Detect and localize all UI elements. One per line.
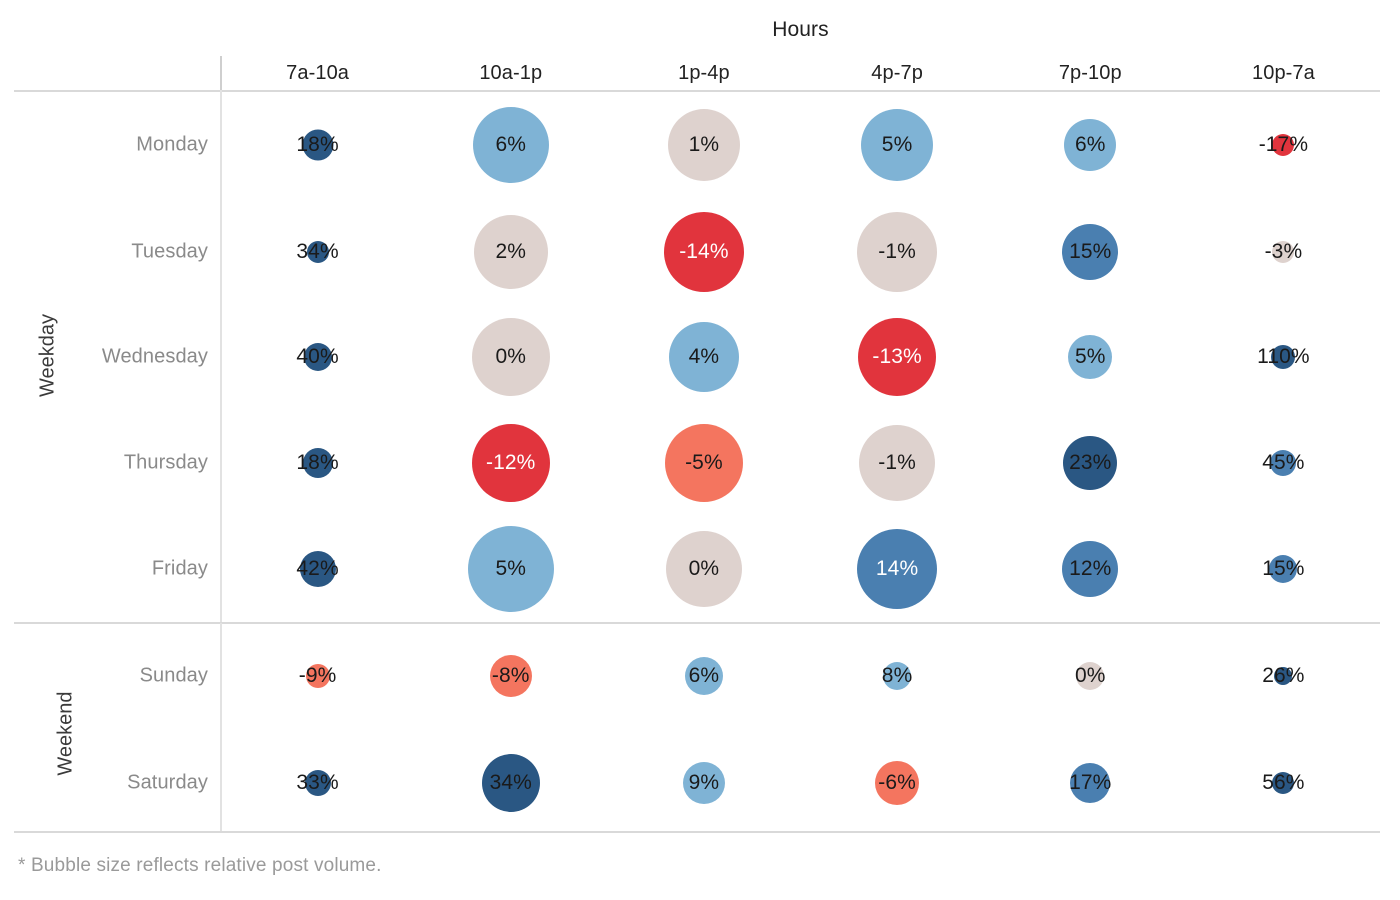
- column-header-4p-7p: 4p-7p: [871, 62, 923, 84]
- bubble-tuesday-7p-10p[interactable]: [1062, 224, 1119, 280]
- bubble-tuesday-10p-7a[interactable]: [1272, 241, 1295, 263]
- bubble-wednesday-10p-7a[interactable]: [1271, 345, 1296, 369]
- column-header-row: 7a-10a 10a-1p 1p-4p 4p-7p 7p-10p 10p-7a: [221, 56, 1380, 90]
- bubble-sunday-7p-10p[interactable]: [1076, 662, 1105, 690]
- bubble-monday-7a-10a[interactable]: [302, 129, 334, 161]
- bubble-sunday-10a-1p[interactable]: [489, 655, 532, 697]
- x-axis-title: Hours: [772, 18, 829, 41]
- column-header-10a-1p: 10a-1p: [479, 62, 543, 84]
- header-vertical-rule: [220, 56, 222, 90]
- row-label-tuesday: Tuesday: [131, 240, 208, 263]
- column-header-7a-10a: 7a-10a: [286, 62, 350, 84]
- bubble-saturday-7p-10p[interactable]: [1070, 763, 1111, 803]
- bubble-thursday-1p-4p[interactable]: [664, 424, 743, 502]
- bubble-monday-1p-4p[interactable]: [667, 109, 740, 181]
- bubble-sunday-10p-7a[interactable]: [1274, 667, 1293, 685]
- bubble-tuesday-10a-1p[interactable]: [473, 215, 548, 289]
- bottom-rule: [14, 831, 1380, 833]
- bubble-saturday-1p-4p[interactable]: [682, 762, 725, 804]
- bubble-thursday-10p-7a[interactable]: [1270, 450, 1297, 476]
- bubble-monday-10a-1p[interactable]: [472, 107, 549, 183]
- row-label-friday: Friday: [151, 557, 208, 580]
- weekday-vertical-rule: [220, 90, 222, 622]
- row-label-sunday: Sunday: [139, 664, 208, 687]
- bubble-sunday-4p-7p[interactable]: [883, 662, 912, 690]
- bubble-monday-4p-7p[interactable]: [861, 109, 934, 181]
- bubble-friday-1p-4p[interactable]: [665, 531, 742, 607]
- bubble-thursday-10a-1p[interactable]: [471, 424, 550, 502]
- bubble-matrix-chart: Hours 7a-10a 10a-1p 1p-4p 4p-7p 7p-10p 10p-7a…: [0, 0, 1400, 900]
- column-header-10p-7a: 10p-7a: [1252, 62, 1315, 84]
- row-label-saturday: Saturday: [127, 771, 208, 794]
- bubble-tuesday-7a-10a[interactable]: [306, 241, 329, 263]
- bubble-sunday-7a-10a[interactable]: [305, 664, 330, 688]
- bubble-friday-7a-10a[interactable]: [299, 551, 336, 587]
- bubble-wednesday-1p-4p[interactable]: [668, 322, 739, 392]
- header-divider-rule: [14, 90, 1380, 92]
- bubble-saturday-4p-7p[interactable]: [875, 761, 920, 805]
- weekday-weekend-rule: [14, 622, 1380, 624]
- bubble-tuesday-4p-7p[interactable]: [857, 212, 938, 292]
- row-label-monday: Monday: [136, 133, 208, 156]
- bubble-sunday-1p-4p[interactable]: [684, 657, 723, 695]
- bubble-saturday-7a-10a[interactable]: [304, 770, 331, 796]
- column-header-1p-4p: 1p-4p: [678, 62, 730, 84]
- footnote: * Bubble size reflects relative post vol…: [18, 855, 382, 876]
- column-header-7p-10p: 7p-10p: [1058, 62, 1122, 84]
- bubble-friday-7p-10p[interactable]: [1062, 541, 1119, 597]
- row-label-wednesday: Wednesday: [101, 345, 208, 368]
- bubble-friday-4p-7p[interactable]: [857, 529, 938, 609]
- bubble-thursday-4p-7p[interactable]: [859, 425, 936, 501]
- bubble-friday-10p-7a[interactable]: [1269, 555, 1298, 583]
- bubble-monday-10p-7a[interactable]: [1272, 134, 1295, 156]
- bubble-thursday-7a-10a[interactable]: [302, 448, 333, 478]
- bubble-thursday-7p-10p[interactable]: [1063, 436, 1118, 490]
- bubble-saturday-10p-7a[interactable]: [1272, 772, 1295, 794]
- bubble-wednesday-7p-10p[interactable]: [1068, 335, 1113, 379]
- bubble-wednesday-4p-7p[interactable]: [858, 318, 937, 396]
- bubble-saturday-10a-1p[interactable]: [481, 754, 540, 812]
- bubble-wednesday-7a-10a[interactable]: [303, 343, 332, 371]
- bubble-friday-10a-1p[interactable]: [467, 526, 554, 612]
- weekend-vertical-rule: [220, 623, 222, 831]
- bubble-wednesday-10a-1p[interactable]: [471, 318, 550, 396]
- bubble-tuesday-1p-4p[interactable]: [663, 212, 744, 292]
- bubble-monday-7p-10p[interactable]: [1064, 119, 1117, 171]
- row-label-thursday: Thursday: [123, 451, 208, 474]
